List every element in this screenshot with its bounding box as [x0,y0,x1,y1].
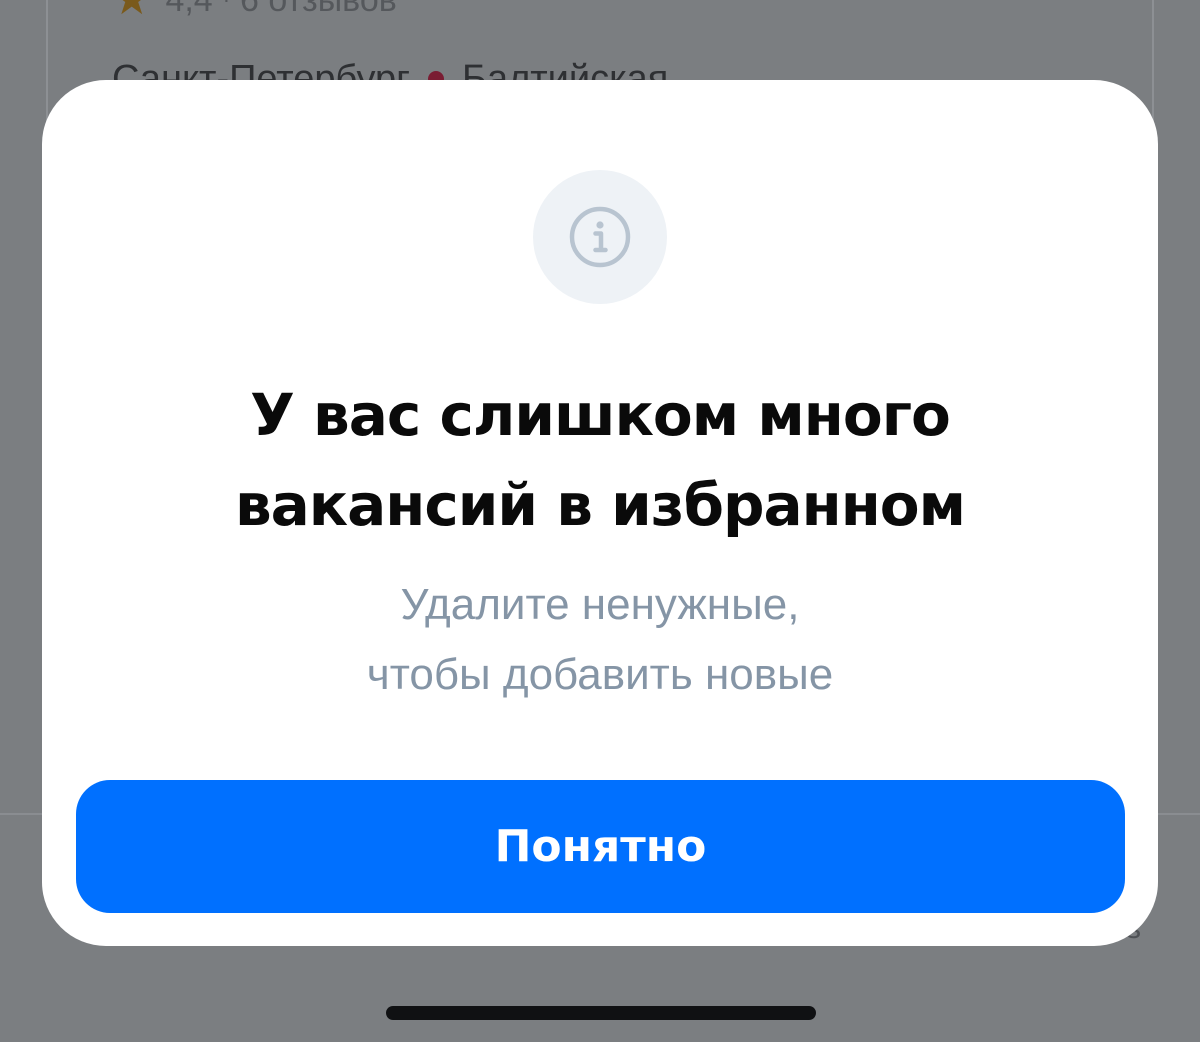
dialog-subtitle: Удалите ненужные, чтобы добавить новые [102,570,1098,710]
info-icon-badge [533,170,667,304]
reviews-count: 6 отзывов [240,0,397,20]
dialog-title: У вас слишком много вакансий в избранном [102,370,1098,550]
home-indicator[interactable] [386,1006,816,1020]
star-icon: ★ [112,0,151,22]
rating-separator: · [223,0,230,13]
dialog-subtitle-line-1: Удалите ненужные, [400,580,800,629]
rating-value: 4,4 [165,0,212,20]
dialog-title-line-1: У вас слишком много [250,381,951,449]
got-it-button[interactable]: Понятно [76,780,1125,913]
dialog-title-line-2: вакансий в избранном [234,471,966,539]
dialog-subtitle-line-2: чтобы добавить новые [366,650,834,699]
info-icon [569,206,631,268]
favorites-limit-dialog: У вас слишком много вакансий в избранном… [42,80,1158,946]
background-rating: ★ 4,4 · 6 отзывов [112,0,397,22]
